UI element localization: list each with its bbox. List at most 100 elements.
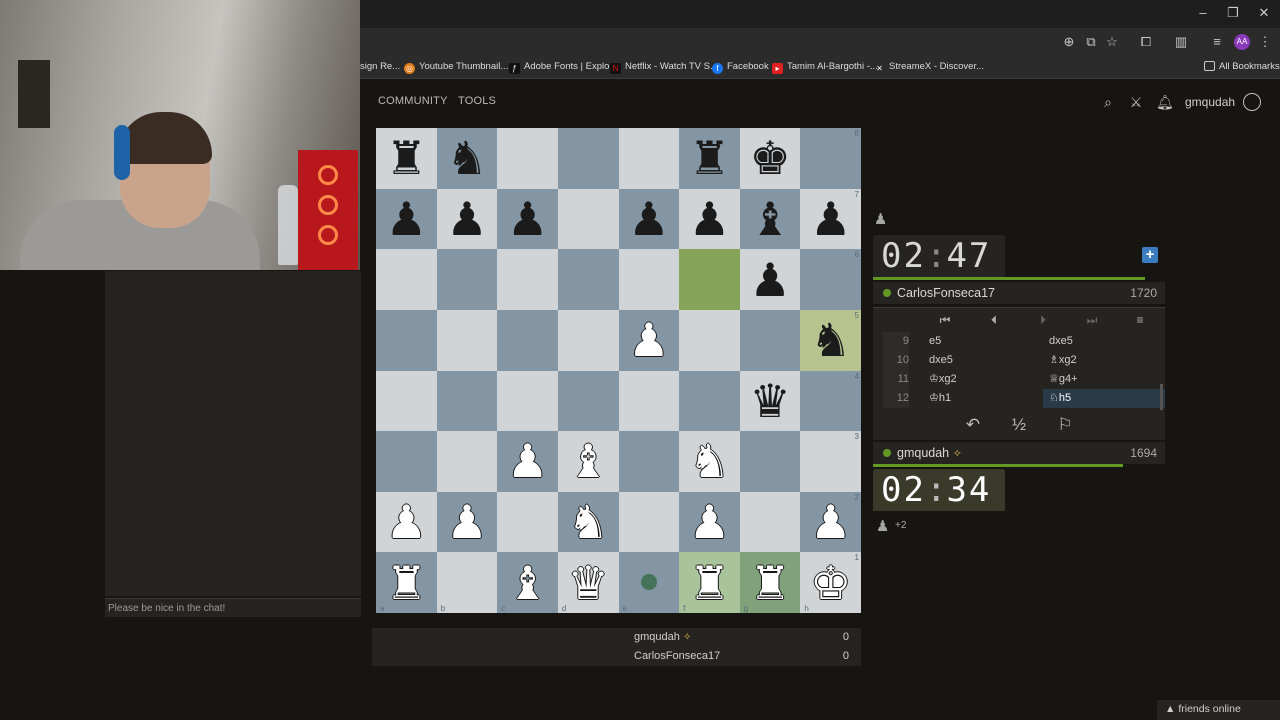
square-d8[interactable]: [557, 128, 619, 189]
square-c5[interactable]: [497, 309, 558, 371]
star-icon[interactable]: ☆: [1103, 33, 1121, 51]
square-g1[interactable]: ♜ g: [739, 552, 801, 613]
kebab-menu-icon[interactable]: ⋮: [1256, 33, 1274, 51]
square-f5[interactable]: [679, 309, 740, 371]
nav-tools[interactable]: TOOLS: [458, 95, 496, 107]
black-bishop-icon[interactable]: ♝: [740, 189, 801, 250]
white-pawn-icon[interactable]: ♟: [679, 492, 740, 553]
square-d5[interactable]: [557, 309, 619, 371]
white-rook-icon[interactable]: ♜: [679, 552, 740, 613]
white-pawn-icon[interactable]: ♟: [437, 492, 498, 553]
square-a6[interactable]: [376, 249, 437, 310]
square-a1[interactable]: ♜ a: [376, 552, 437, 613]
takeback-icon[interactable]: ↶: [962, 415, 984, 435]
chat-input[interactable]: Please be nice in the chat!: [105, 598, 361, 617]
square-h7[interactable]: ♟ 7: [800, 188, 861, 250]
square-c7[interactable]: ♟: [497, 188, 558, 250]
square-a5[interactable]: [376, 309, 437, 371]
square-f8[interactable]: ♜: [679, 128, 740, 189]
black-knight-icon[interactable]: ♞: [437, 128, 498, 189]
opponent-name[interactable]: CarlosFonseca17: [897, 286, 995, 300]
white-bishop-icon[interactable]: ♝: [558, 431, 619, 492]
move-list-scrollbar[interactable]: [1160, 384, 1163, 410]
minimize-icon[interactable]: –: [1192, 4, 1214, 22]
square-g8[interactable]: ♚: [739, 128, 801, 189]
square-e6[interactable]: [618, 249, 680, 310]
square-d3[interactable]: ♝: [557, 431, 619, 492]
white-rook-icon[interactable]: ♜: [740, 552, 801, 613]
header-username[interactable]: gmqudah: [1185, 95, 1235, 109]
friends-online-button[interactable]: ▲ friends online: [1157, 700, 1280, 720]
square-b5[interactable]: [436, 309, 498, 371]
black-pawn-icon[interactable]: ♟: [437, 189, 498, 250]
black-pawn-icon[interactable]: ♟: [740, 249, 801, 310]
square-e5[interactable]: ♟: [618, 309, 680, 371]
white-bishop-icon[interactable]: ♝: [497, 552, 558, 613]
square-c8[interactable]: [497, 128, 558, 189]
square-h8[interactable]: 8: [800, 128, 861, 189]
white-rook-icon[interactable]: ♜: [376, 552, 437, 613]
bookmark-item[interactable]: N Netflix - Watch TV S...: [610, 59, 718, 75]
square-a8[interactable]: ♜: [376, 128, 437, 189]
square-f4[interactable]: [679, 370, 740, 432]
move-white[interactable]: ♔h1: [929, 389, 951, 408]
bookmark-item[interactable]: f Facebook: [712, 59, 769, 75]
media-icon[interactable]: ≡: [1208, 33, 1226, 51]
bookmark-item[interactable]: ƒ Adobe Fonts | Explo...: [509, 59, 617, 75]
square-a3[interactable]: [376, 431, 437, 492]
player-name[interactable]: gmqudah: [897, 446, 949, 460]
square-b3[interactable]: [436, 431, 498, 492]
last-move-icon[interactable]: ⏭: [1083, 311, 1101, 329]
bookmark-item[interactable]: ◎ Youtube Thumbnail...: [404, 59, 508, 75]
white-pawn-icon[interactable]: ♟: [619, 310, 680, 371]
square-h1[interactable]: ♚ 1 h: [800, 552, 861, 613]
white-pawn-icon[interactable]: ♟: [497, 431, 558, 492]
square-c2[interactable]: [497, 491, 558, 553]
square-g6[interactable]: ♟: [739, 249, 801, 310]
square-g3[interactable]: [739, 431, 801, 492]
white-pawn-icon[interactable]: ♟: [800, 492, 861, 553]
prev-move-icon[interactable]: ⏴: [985, 311, 1003, 329]
square-b4[interactable]: [436, 370, 498, 432]
square-d1[interactable]: ♛ d: [557, 552, 619, 613]
white-queen-icon[interactable]: ♛: [558, 552, 619, 613]
zoom-icon[interactable]: ⊕: [1060, 33, 1078, 51]
screen-share-icon[interactable]: ⧉: [1082, 33, 1100, 51]
white-king-icon[interactable]: ♚: [800, 552, 861, 613]
square-c6[interactable]: [497, 249, 558, 310]
square-h6[interactable]: 6: [800, 249, 861, 310]
move-white[interactable]: ♔xg2: [929, 370, 957, 389]
black-queen-icon[interactable]: ♛: [740, 371, 801, 432]
restore-icon[interactable]: ❐: [1222, 4, 1244, 22]
square-h3[interactable]: 3: [800, 431, 861, 492]
move-white[interactable]: dxe5: [929, 351, 953, 370]
square-f7[interactable]: ♟: [679, 188, 740, 250]
square-h4[interactable]: 4: [800, 370, 861, 432]
square-g4[interactable]: ♛: [739, 370, 801, 432]
square-e7[interactable]: ♟: [618, 188, 680, 250]
square-b7[interactable]: ♟: [436, 188, 498, 250]
black-pawn-icon[interactable]: ♟: [376, 189, 437, 250]
white-pawn-icon[interactable]: ♟: [376, 492, 437, 553]
nav-community[interactable]: COMMUNITY: [378, 95, 448, 107]
black-pawn-icon[interactable]: ♟: [679, 189, 740, 250]
move-white[interactable]: e5: [929, 332, 941, 351]
black-rook-icon[interactable]: ♜: [376, 128, 437, 189]
square-e8[interactable]: [618, 128, 680, 189]
add-time-icon[interactable]: +: [1142, 247, 1158, 263]
bookmark-item[interactable]: ▸ Tamim Al-Bargothi -...: [772, 59, 878, 75]
black-rook-icon[interactable]: ♜: [679, 128, 740, 189]
square-b2[interactable]: ♟: [436, 491, 498, 553]
square-c1[interactable]: ♝ c: [497, 552, 558, 613]
move-black[interactable]: dxe5: [1049, 332, 1073, 351]
move-hint-dot[interactable]: [640, 574, 657, 591]
swords-icon[interactable]: ⚔: [1128, 94, 1144, 110]
square-c4[interactable]: [497, 370, 558, 432]
square-g5[interactable]: [739, 309, 801, 371]
close-window-icon[interactable]: ✕: [1253, 4, 1275, 22]
offer-draw-icon[interactable]: ½: [1008, 415, 1030, 435]
square-d2[interactable]: ♞: [557, 491, 619, 553]
square-e4[interactable]: [618, 370, 680, 432]
bookmark-item[interactable]: ✕ StreameX - Discover...: [874, 59, 984, 75]
white-knight-icon[interactable]: ♞: [679, 431, 740, 492]
